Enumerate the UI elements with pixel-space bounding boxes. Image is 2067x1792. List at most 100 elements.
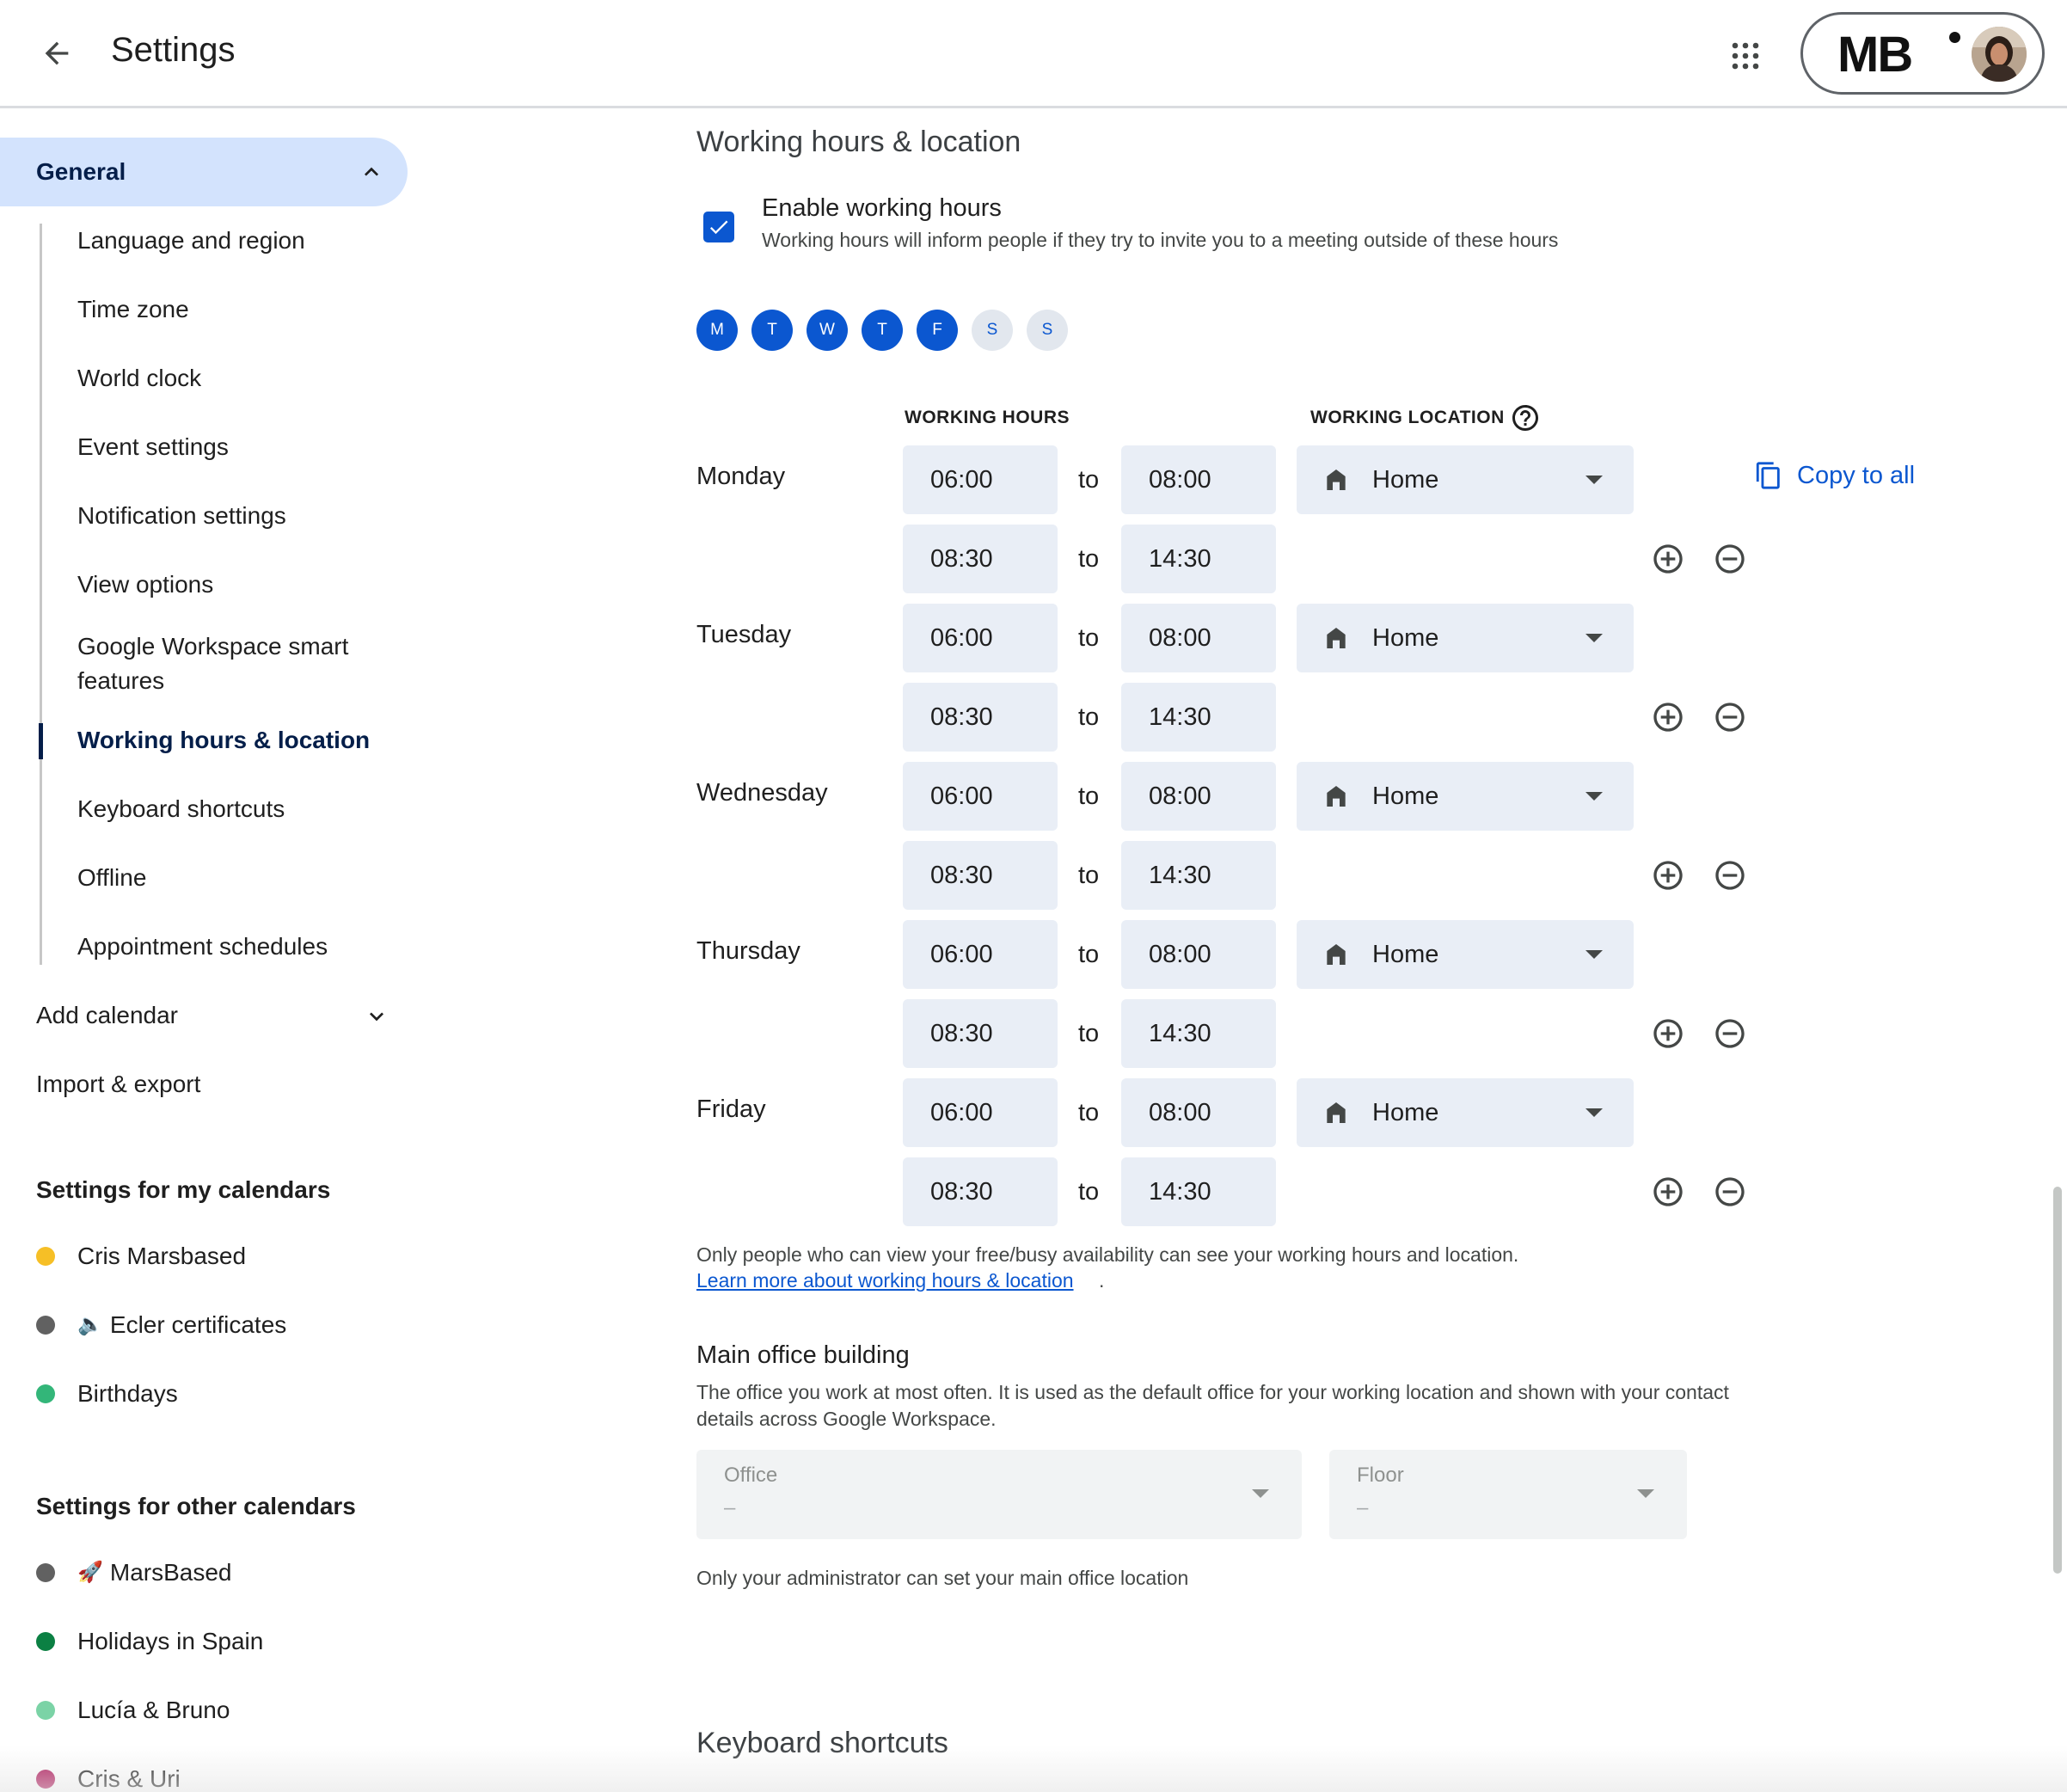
day-pill-monday[interactable]: M — [696, 310, 738, 351]
enable-working-hours-checkbox[interactable] — [703, 212, 734, 242]
home-icon — [1322, 1099, 1350, 1131]
section-title: Working hours & location — [696, 126, 1021, 158]
day-label-friday: Friday — [696, 1095, 766, 1123]
remove-circle-icon — [1713, 1177, 1747, 1212]
dropdown-arrow-icon — [1252, 1489, 1269, 1498]
organization-logo: MB — [1837, 27, 1913, 83]
remove-time-slot-button[interactable] — [1713, 700, 1747, 734]
working-location-value: Home — [1372, 466, 1439, 494]
end-time-field[interactable]: 14:30 — [1121, 841, 1276, 910]
dropdown-arrow-icon — [1586, 950, 1603, 959]
start-time-field[interactable]: 08:30 — [903, 1157, 1058, 1226]
day-pill-saturday[interactable]: S — [972, 310, 1013, 351]
remove-time-slot-button[interactable] — [1713, 858, 1747, 893]
dropdown-arrow-icon — [1586, 476, 1603, 484]
visibility-note: Only people who can view your free/busy … — [696, 1243, 1519, 1266]
end-time-field[interactable]: 14:30 — [1121, 683, 1276, 752]
copy-to-all-button[interactable]: Copy to all — [1754, 461, 1915, 490]
day-pill-thursday[interactable]: T — [862, 310, 903, 351]
enable-working-hours-label: Enable working hours — [762, 194, 1002, 222]
start-time-field[interactable]: 06:00 — [903, 604, 1058, 672]
add-circle-icon — [1651, 703, 1685, 738]
end-time-field[interactable]: 14:30 — [1121, 1157, 1276, 1226]
main-office-desc: The office you work at most often. It is… — [696, 1381, 1729, 1430]
to-label: to — [1078, 1099, 1100, 1126]
add-time-slot-button[interactable] — [1651, 542, 1685, 576]
end-time-field[interactable]: 14:30 — [1121, 999, 1276, 1068]
day-label-monday: Monday — [696, 463, 786, 490]
to-label: to — [1078, 1020, 1100, 1047]
day-pill-friday[interactable]: F — [917, 310, 958, 351]
end-time-field[interactable]: 14:30 — [1121, 525, 1276, 593]
check-icon — [709, 220, 728, 235]
account-switcher[interactable]: MB — [1800, 12, 2045, 95]
end-time-field[interactable]: 08:00 — [1121, 762, 1276, 831]
scrollbar-thumb[interactable] — [2053, 1187, 2062, 1574]
floor-select[interactable]: Floor – — [1329, 1450, 1687, 1539]
end-time-field[interactable]: 08:00 — [1121, 1078, 1276, 1147]
remove-circle-icon — [1713, 1019, 1747, 1054]
back-button[interactable] — [31, 28, 83, 79]
app-header: Settings MB — [0, 0, 2067, 108]
floor-select-value: – — [1357, 1496, 1369, 1519]
working-location-select[interactable]: Home — [1297, 604, 1634, 672]
remove-time-slot-button[interactable] — [1713, 1016, 1747, 1051]
learn-more-period: . — [1099, 1269, 1105, 1292]
office-select-label: Office — [724, 1464, 778, 1487]
start-time-field[interactable]: 08:30 — [903, 525, 1058, 593]
add-circle-icon — [1651, 1019, 1685, 1054]
learn-more-link[interactable]: Learn more about working hours & locatio… — [696, 1269, 1074, 1292]
working-location-value: Home — [1372, 941, 1439, 968]
working-location-value: Home — [1372, 624, 1439, 652]
start-time-field[interactable]: 06:00 — [903, 1078, 1058, 1147]
day-pill-tuesday[interactable]: T — [751, 310, 793, 351]
working-location-value: Home — [1372, 1099, 1439, 1126]
dropdown-arrow-icon — [1586, 634, 1603, 642]
arrow-back-icon — [45, 41, 69, 65]
admin-note: Only your administrator can set your mai… — [696, 1567, 1189, 1589]
apps-button[interactable] — [1718, 28, 1773, 83]
working-location-select[interactable]: Home — [1297, 920, 1634, 989]
add-time-slot-button[interactable] — [1651, 700, 1685, 734]
dropdown-arrow-icon — [1586, 792, 1603, 801]
end-time-field[interactable]: 08:00 — [1121, 604, 1276, 672]
day-pill-wednesday[interactable]: W — [807, 310, 848, 351]
working-hours-column-header: WORKING HOURS — [905, 408, 1070, 427]
to-label: to — [1078, 941, 1100, 968]
home-icon — [1322, 782, 1350, 814]
remove-time-slot-button[interactable] — [1713, 1175, 1747, 1209]
day-pill-sunday[interactable]: S — [1027, 310, 1068, 351]
start-time-field[interactable]: 06:00 — [903, 445, 1058, 514]
start-time-field[interactable]: 06:00 — [903, 762, 1058, 831]
add-circle-icon — [1651, 1177, 1685, 1212]
day-label-tuesday: Tuesday — [696, 621, 792, 648]
start-time-field[interactable]: 06:00 — [903, 920, 1058, 989]
working-location-select[interactable]: Home — [1297, 445, 1634, 514]
avatar[interactable] — [1972, 27, 2027, 82]
add-circle-icon — [1651, 861, 1685, 896]
start-time-field[interactable]: 08:30 — [903, 841, 1058, 910]
remove-time-slot-button[interactable] — [1713, 542, 1747, 576]
office-select[interactable]: Office – — [696, 1450, 1302, 1539]
office-select-value: – — [724, 1496, 736, 1519]
add-time-slot-button[interactable] — [1651, 1175, 1685, 1209]
working-location-select[interactable]: Home — [1297, 762, 1634, 831]
day-label-thursday: Thursday — [696, 937, 800, 965]
dropdown-arrow-icon — [1586, 1108, 1603, 1117]
to-label: to — [1078, 545, 1100, 573]
add-time-slot-button[interactable] — [1651, 858, 1685, 893]
working-location-column-header: WORKING LOCATION — [1310, 408, 1505, 427]
day-label-wednesday: Wednesday — [696, 779, 828, 807]
home-icon — [1322, 466, 1350, 498]
start-time-field[interactable]: 08:30 — [903, 683, 1058, 752]
end-time-field[interactable]: 08:00 — [1121, 920, 1276, 989]
working-location-select[interactable]: Home — [1297, 1078, 1634, 1147]
copy-icon — [1756, 462, 1780, 489]
help-icon[interactable] — [1510, 402, 1541, 433]
start-time-field[interactable]: 08:30 — [903, 999, 1058, 1068]
end-time-field[interactable]: 08:00 — [1121, 445, 1276, 514]
add-time-slot-button[interactable] — [1651, 1016, 1685, 1051]
to-label: to — [1078, 703, 1100, 731]
remove-circle-icon — [1713, 544, 1747, 580]
page-title: Settings — [111, 31, 236, 69]
